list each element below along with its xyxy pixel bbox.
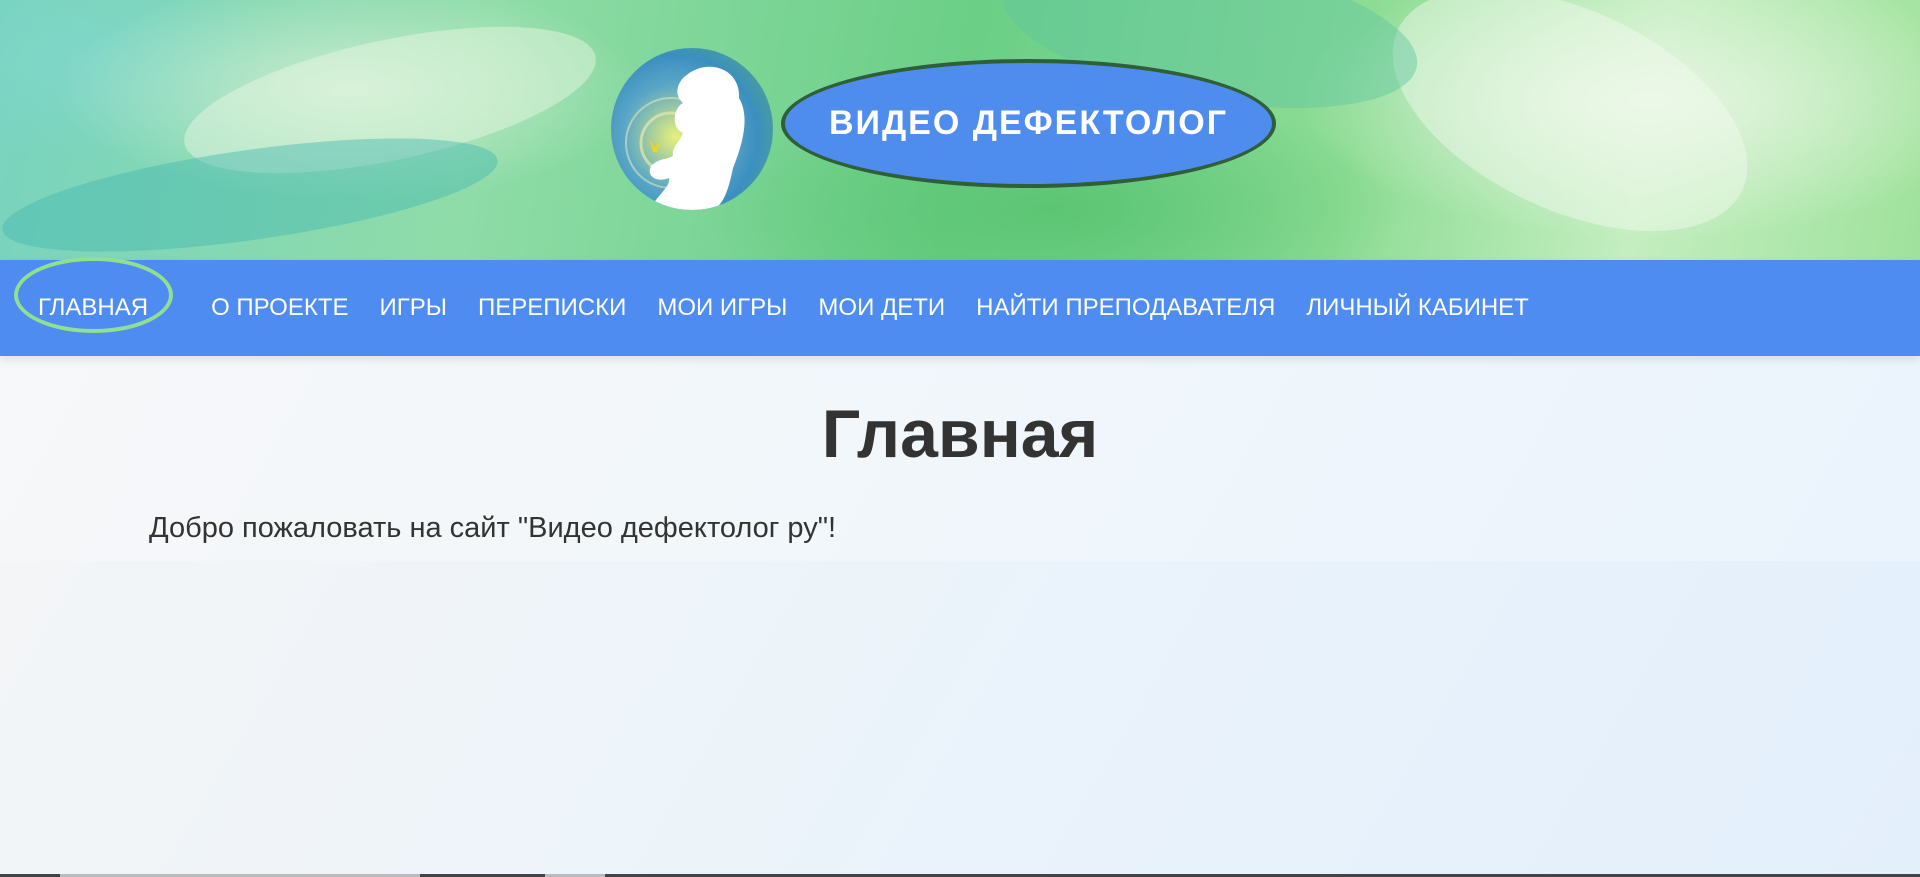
paint-stroke <box>1355 0 1785 260</box>
site-brand-title[interactable]: ВИДЕО ДЕФЕКТОЛОГ <box>781 59 1276 188</box>
nav-item-find-teacher[interactable]: НАЙТИ ПРЕПОДАВАТЕЛЯ <box>976 294 1275 322</box>
nav-item-about[interactable]: О ПРОЕКТЕ <box>211 294 348 322</box>
main-nav: ГЛАВНАЯ О ПРОЕКТЕ ИГРЫ ПЕРЕПИСКИ МОИ ИГР… <box>0 257 1920 356</box>
nav-item-account[interactable]: ЛИЧНЫЙ КАБИНЕТ <box>1306 294 1528 322</box>
page-title: Главная <box>821 396 1099 472</box>
nav-item-games[interactable]: ИГРЫ <box>379 294 447 322</box>
welcome-text: Добро пожаловать на сайт "Видео дефектол… <box>149 512 837 544</box>
nav-item-home[interactable]: ГЛАВНАЯ <box>13 257 174 333</box>
header-banner: ВИДЕО ДЕФЕКТОЛОГ <box>0 0 1920 260</box>
nav-item-my-games[interactable]: МОИ ИГРЫ <box>657 294 787 322</box>
nav-item-my-children[interactable]: МОИ ДЕТИ <box>818 294 945 322</box>
nav-item-messages[interactable]: ПЕРЕПИСКИ <box>478 294 626 322</box>
logo-girl-butterfly-icon[interactable] <box>611 48 773 210</box>
